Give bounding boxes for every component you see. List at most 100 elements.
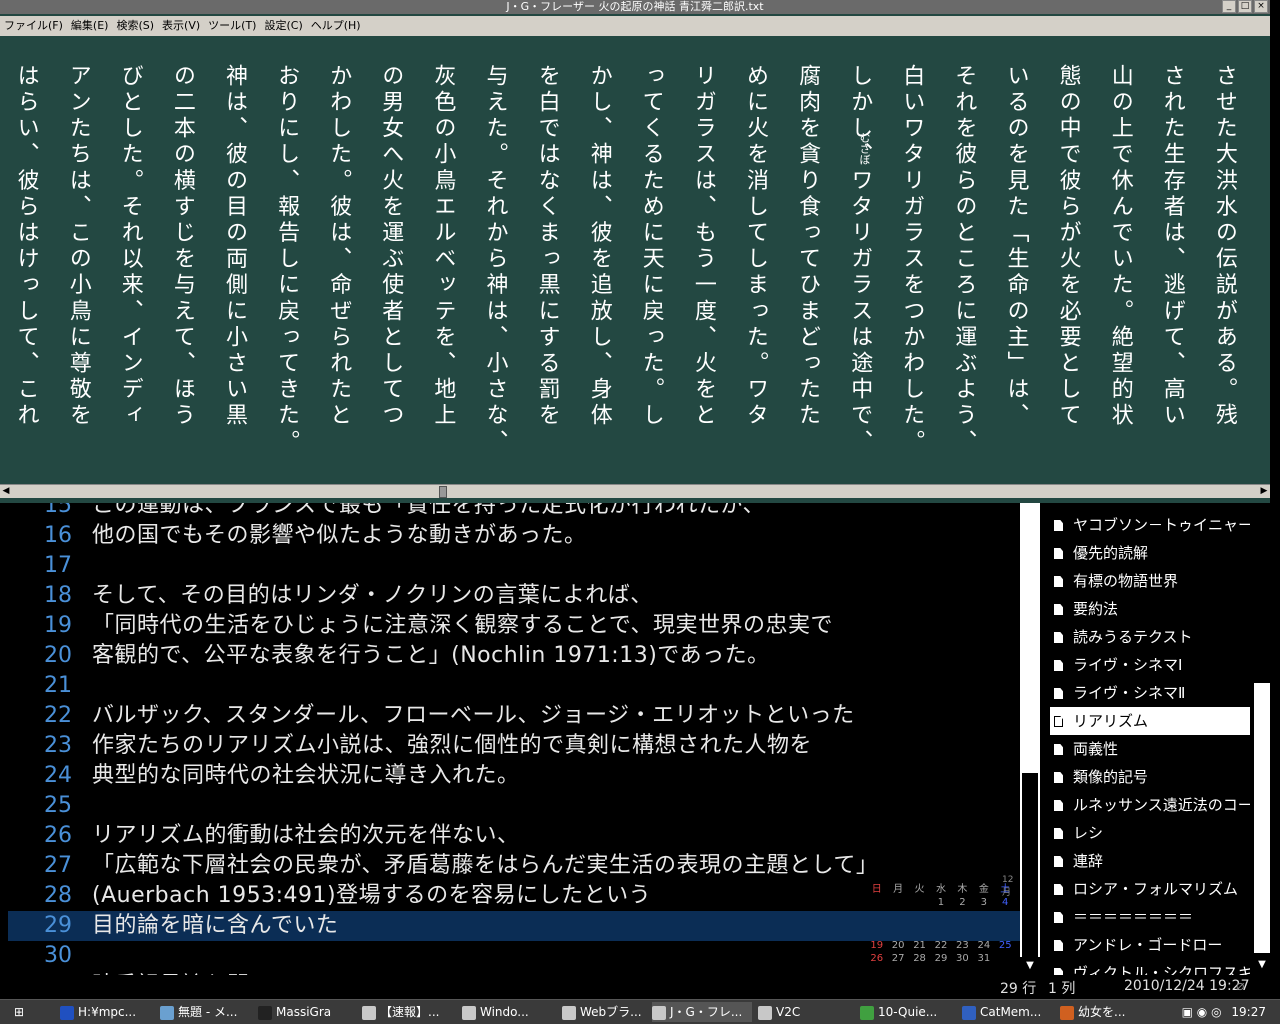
horizontal-scrollbar[interactable]: ◀ ▶ [0,484,1270,498]
text-column: 腐肉を貪り食ってひまどったた [795,64,821,430]
calendar-cell: 木 [957,884,968,895]
editor-line[interactable]: 18 そして、その目的はリンダ・ノクリンの言葉によれば、 [0,581,1020,611]
outline-panel: ヤコブソン－トゥイニャーノフ優先的読解有標の物語世界要約法読みうるテクストライヴ… [1040,503,1280,975]
outline-item-label: ヤコブソン－トゥイニャーノフ [1073,516,1250,534]
taskbar-button[interactable]: 10-Quie... [860,1002,958,1022]
document-icon [1054,912,1063,923]
line-text: この運動は、フランスで最も「責任を持った定式化が行われたが、 [92,503,766,518]
outline-item[interactable]: ライヴ・シネマⅡ [1050,679,1250,707]
outline-item[interactable]: 要約法 [1050,595,1250,623]
outline-item[interactable]: ロシア・フォルマリズム [1050,875,1250,903]
line-text: 客観的で、公平な表象を行うこと」(Nochlin 1971:13)であった。 [92,643,770,668]
taskbar-button-label: Windo... [480,1005,529,1019]
close-button[interactable]: × [1254,0,1268,13]
minimize-button[interactable]: _ [1222,0,1236,13]
editor-line[interactable]: 22 バルザック、スタンダール、フローベール、ジョージ・エリオットといった [0,701,1020,731]
editor-line[interactable]: 20 客観的で、公平な表象を行うこと」(Nochlin 1971:13)であった。 [0,641,1020,671]
vertical-text-area[interactable]: させた大洪水の伝説がある。残 された生存者は、逃げて、高い 山の上で休んでいた。絶望… [0,48,1270,468]
taskbar-button[interactable]: Windo... [462,1002,557,1022]
taskbar-button[interactable]: H:¥mpc... [60,1002,155,1022]
editor-line[interactable]: 27 「広範な下層社会の民衆が、矛盾葛藤をはらんだ実生活の表現の主題として」 [0,851,1020,881]
outline-item[interactable]: ヤコブソン－トゥイニャーノフ [1050,511,1250,539]
taskbar-button-label: CatMem... [980,1005,1042,1019]
editor-line[interactable]: 15 この運動は、フランスで最も「責任を持った定式化が行われたが、 [0,503,1020,521]
app-icon [160,1005,174,1020]
outline-item-label: ＝＝＝＝＝＝＝＝ [1073,908,1194,926]
taskbar-button[interactable]: Webブラ... [562,1002,647,1022]
taskbar-button[interactable]: CatMem... [962,1002,1057,1022]
text-column: 白いワタリガラスをつかわした。 [899,64,925,456]
taskbar-button[interactable]: 無題 - メ... [160,1002,255,1022]
calendar-cell: 22 [934,940,948,951]
editor-line[interactable]: 23 作家たちのリアリズム小説は、強烈に個性的で真剣に構想された人物を [0,731,1020,761]
editor-line[interactable]: 25 [0,791,1020,821]
scroll-right-icon[interactable]: ▶ [1258,485,1270,497]
scroll-left-icon[interactable]: ◀ [0,485,12,497]
text-column: 神は、彼の目の両側に小さい黒 [222,64,247,430]
menu-edit[interactable]: 編集(E) [67,16,113,36]
taskbar-button-label: 幼女を... [1078,1005,1126,1019]
menu-help[interactable]: ヘルプ(H) [307,16,365,36]
start-icon[interactable]: ⊞ [14,1002,38,1022]
scroll-thumb[interactable] [439,486,447,498]
outline-item-label: 要約法 [1073,600,1119,618]
maximize-button[interactable]: □ [1238,0,1252,13]
menu-search[interactable]: 検索(S) [112,16,158,36]
calendar-cell: 29 [934,953,948,964]
taskbar-button[interactable]: 幼女を... [1060,1002,1130,1022]
editor-line[interactable]: 16 他の国でもその影響や似たような動きがあった。 [0,521,1020,551]
text-column: 与えた。それから神は、小さな、 [482,64,508,456]
outline-item[interactable]: 類像的記号 [1050,763,1250,791]
outline-item[interactable]: ルネッサンス遠近法のコード [1050,791,1250,819]
taskbar-button[interactable]: MassiGra [258,1002,358,1022]
outline-item[interactable]: ヴィクトル・シクロフスキー [1050,959,1250,975]
editor-line[interactable]: 17 [0,551,1020,581]
outline-item[interactable]: 両義性 [1050,735,1250,763]
scrollbar-track[interactable] [1022,773,1038,973]
menu-settings[interactable]: 設定(C) [260,16,306,36]
editor-pane[interactable]: 15 この運動は、フランスで最も「責任を持った定式化が行われたが、 16 他の国でもそ… [0,503,1020,975]
outline-item-label: 両義性 [1073,740,1119,758]
menu-file[interactable]: ファイル(F) [0,16,67,36]
editor-line[interactable]: 19 「同時代の生活をひじょうに注意深く観察することで、現実世界の忠実で [0,611,1020,641]
taskbar-button-label: MassiGra [276,1005,332,1019]
text-column: かわした。彼は、命ぜられたと [326,64,352,430]
outline-item[interactable]: レシ [1050,819,1250,847]
line-text: 作家たちのリアリズム小説は、強烈に個性的で真剣に構想された人物を [92,733,813,758]
taskbar-button[interactable]: V2C [758,1002,856,1022]
line-number: 30 [44,943,72,968]
outline-item[interactable]: リアリズム [1050,707,1250,735]
editor-line[interactable]: 26 リアリズム的衝動は社会的次元を伴ない、 [0,821,1020,851]
outline-scrollbar[interactable] [1254,683,1270,953]
outline-item[interactable]: 連辞 [1050,847,1250,875]
outline-item[interactable]: ライヴ・シネマⅠ [1050,651,1250,679]
status-bar: 29 行 1 列 2010/12/24 19:27 ⌀ [0,975,1280,999]
outline-item[interactable]: 優先的読解 [1050,539,1250,567]
line-number: 20 [44,643,72,668]
menu-tools[interactable]: ツール(T) [204,16,260,36]
line-number: 25 [44,793,72,818]
text-column: の二本の横すじを与えて、ほう [169,64,195,430]
outline-item-label: ヴィクトル・シクロフスキー [1073,964,1250,975]
app-icon [1060,1005,1074,1020]
menu-view[interactable]: 表示(V) [158,16,204,36]
outline-item[interactable]: ＝＝＝＝＝＝＝＝ [1050,903,1250,931]
taskbar-button[interactable]: J・G・フレ... [652,1002,752,1022]
outline-item-label: 連辞 [1073,852,1104,870]
outline-scroll-down-icon[interactable]: ▼ [1254,956,1270,974]
outline-item[interactable]: 有標の物語世界 [1050,567,1250,595]
editor-vertical-scrollbar[interactable]: ▼ [1020,503,1040,975]
editor-line[interactable]: 21 [0,671,1020,701]
app-icon [562,1005,576,1020]
calendar-cell: 25 [998,940,1012,951]
taskbar-button-label: H:¥mpc... [78,1005,137,1019]
editor-line[interactable]: 24 典型的な同時代の社会状況に導き入れた。 [0,761,1020,791]
outline-item-label: アンドレ・ゴードロー [1073,936,1223,954]
scroll-down-icon[interactable]: ▼ [1020,957,1040,975]
outline-item[interactable]: アンドレ・ゴードロー [1050,931,1250,959]
text-column: アンたちは、この小鳥に尊敬を [65,64,91,430]
taskbar-button[interactable]: 【速報】... [362,1002,457,1022]
viewer-title-bar[interactable]: J・G・フレーザー 火の起原の神話 青江舜二郎訳.txt _ □ × [0,0,1270,14]
outline-item[interactable]: 読みうるテクスト [1050,623,1250,651]
tray-icons[interactable]: ▣ ◉ ◎ [1182,1005,1222,1019]
